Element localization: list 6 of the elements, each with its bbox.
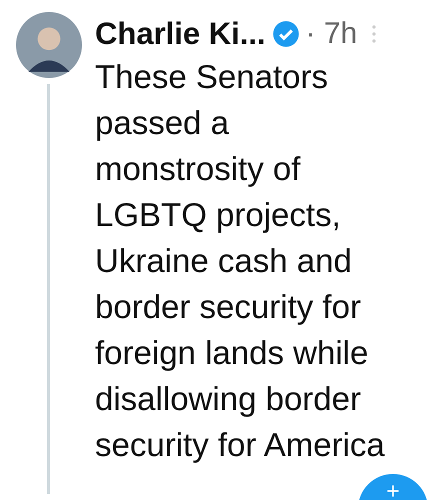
tweet-text: These Senators passed a monstrosity of LGBTQ projects, Ukraine cash and border security for foreign lands while disallowing border security for America — [95, 57, 385, 465]
more-icon[interactable] — [371, 24, 378, 44]
avatar[interactable] — [16, 12, 82, 78]
timestamp: · 7h — [306, 17, 358, 51]
author-name[interactable]: Charlie Ki... — [95, 16, 266, 52]
plus-icon — [386, 484, 400, 498]
